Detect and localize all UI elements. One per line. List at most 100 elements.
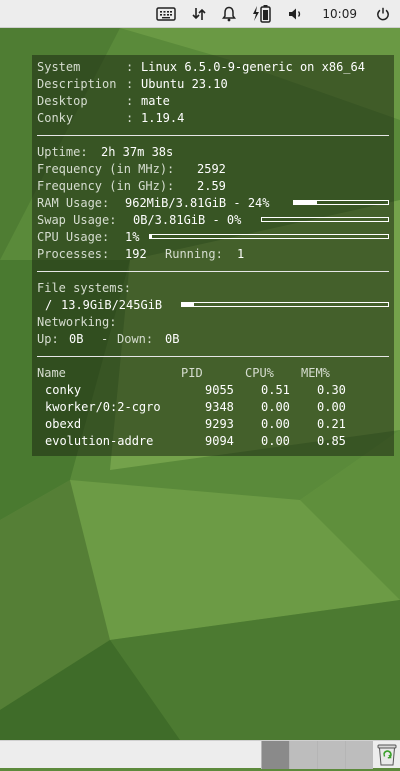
- process-pid: 9094: [205, 434, 234, 448]
- bottom-panel: [0, 740, 400, 769]
- ram-row: RAM Usage: 962MiB/3.81GiB - 24%: [37, 195, 394, 212]
- process-pid: 9055: [205, 383, 234, 397]
- separator-colon: :: [126, 111, 134, 125]
- keyboard-icon[interactable]: [156, 0, 177, 28]
- cpu-label: CPU Usage:: [37, 230, 110, 244]
- divider: [37, 135, 389, 136]
- process-name: conky: [45, 383, 82, 397]
- process-name: kworker/0:2-cgro: [45, 400, 161, 414]
- process-cpu: 0.00: [261, 400, 290, 414]
- desktop-value: mate: [141, 94, 170, 108]
- fs-usage-bar: [181, 302, 389, 307]
- system-label: System: [37, 60, 81, 74]
- up-value: 0B: [69, 332, 84, 346]
- description-value: Ubuntu 23.10: [141, 77, 228, 91]
- desktop-row: Desktop : mate: [37, 93, 394, 110]
- ram-usage-bar-fill: [294, 201, 317, 204]
- process-cpu: 0.00: [261, 434, 290, 448]
- workspace-3[interactable]: [317, 741, 345, 769]
- ram-usage-bar: [293, 200, 389, 205]
- frequency-mhz-value: 2592: [197, 162, 226, 176]
- processes-label: Processes:: [37, 247, 110, 261]
- swap-row: Swap Usage: 0B/3.81GiB - 0%: [37, 212, 394, 229]
- cpu-usage-bar-fill: [150, 235, 153, 238]
- top-panel: 10:09: [0, 0, 400, 28]
- down-label: Down:: [117, 332, 154, 346]
- divider: [37, 271, 389, 272]
- cpu-usage-bar: [149, 234, 389, 239]
- process-name: obexd: [45, 417, 82, 431]
- processes-row: Processes: 192 Running: 1: [37, 246, 394, 263]
- process-mem: 0.21: [317, 417, 346, 431]
- process-mem: 0.00: [317, 400, 346, 414]
- process-mem: 0.85: [317, 434, 346, 448]
- process-row: kworker/0:2-cgro 9348 0.00 0.00: [37, 399, 394, 416]
- net-separator: -: [101, 332, 109, 346]
- battery-charging-icon[interactable]: [251, 0, 273, 28]
- workspace-2[interactable]: [289, 741, 317, 769]
- process-row: conky 9055 0.51 0.30: [37, 382, 394, 399]
- frequency-mhz-row: Frequency (in MHz): 2592: [37, 161, 394, 178]
- ram-value: 962MiB/3.81GiB - 24%: [125, 196, 270, 210]
- cpu-row: CPU Usage: 1%: [37, 229, 394, 246]
- frequency-ghz-label: Frequency (in GHz):: [37, 179, 175, 193]
- running-value: 1: [237, 247, 245, 261]
- clock[interactable]: 10:09: [322, 7, 357, 21]
- frequency-ghz-value: 2.59: [197, 179, 226, 193]
- networking-heading: Networking:: [37, 314, 394, 331]
- running-label: Running:: [165, 247, 223, 261]
- processes-value: 192: [125, 247, 147, 261]
- uptime-label: Uptime:: [37, 145, 88, 159]
- workspace-1[interactable]: [261, 741, 289, 769]
- process-mem: 0.30: [317, 383, 346, 397]
- power-icon[interactable]: [376, 0, 390, 28]
- fs-usage-value: 13.9GiB/245GiB: [61, 298, 163, 312]
- ram-label: RAM Usage:: [37, 196, 110, 210]
- separator-colon: :: [126, 94, 134, 108]
- swap-label: Swap Usage:: [37, 213, 117, 227]
- divider: [37, 356, 389, 357]
- process-cpu: 0.00: [261, 417, 290, 431]
- process-name: evolution-addre: [45, 434, 154, 448]
- frequency-ghz-row: Frequency (in GHz): 2.59: [37, 178, 394, 195]
- conky-version-row: Conky : 1.19.4: [37, 110, 394, 127]
- volume-icon[interactable]: [288, 0, 304, 28]
- down-value: 0B: [165, 332, 180, 346]
- system-row: System : Linux 6.5.0-9-generic on x86_64: [37, 59, 394, 76]
- notification-bell-icon[interactable]: [222, 0, 237, 28]
- separator-colon: :: [126, 60, 134, 74]
- file-systems-label: File systems:: [37, 281, 131, 295]
- col-cpu-header: CPU%: [245, 366, 274, 380]
- swap-value: 0B/3.81GiB - 0%: [133, 213, 242, 227]
- fs-mount: /: [45, 298, 53, 312]
- separator-colon: :: [126, 77, 134, 91]
- conky-label: Conky: [37, 111, 74, 125]
- description-row: Description : Ubuntu 23.10: [37, 76, 394, 93]
- uptime-row: Uptime: 2h 37m 38s: [37, 144, 394, 161]
- process-table-header: Name PID CPU% MEM%: [37, 365, 394, 382]
- up-label: Up:: [37, 332, 59, 346]
- col-name-header: Name: [37, 366, 66, 380]
- system-value: Linux 6.5.0-9-generic on x86_64: [141, 60, 365, 74]
- process-pid: 9348: [205, 400, 234, 414]
- conky-widget: System : Linux 6.5.0-9-generic on x86_64…: [32, 55, 394, 456]
- file-systems-heading: File systems:: [37, 280, 394, 297]
- col-mem-header: MEM%: [301, 366, 330, 380]
- root-fs-row: / 13.9GiB/245GiB: [37, 297, 394, 314]
- workspace-4[interactable]: [345, 741, 373, 769]
- trash-icon[interactable]: [376, 743, 398, 767]
- process-row: obexd 9293 0.00 0.21: [37, 416, 394, 433]
- conky-value: 1.19.4: [141, 111, 185, 125]
- uptime-value: 2h 37m 38s: [101, 145, 174, 159]
- desktop-label: Desktop: [37, 94, 88, 108]
- network-icon[interactable]: [191, 0, 207, 28]
- description-label: Description: [37, 77, 117, 91]
- networking-label: Networking:: [37, 315, 117, 329]
- fs-usage-bar-fill: [182, 303, 195, 306]
- swap-usage-bar: [261, 217, 389, 222]
- process-cpu: 0.51: [261, 383, 290, 397]
- col-pid-header: PID: [181, 366, 203, 380]
- process-row: evolution-addre 9094 0.00 0.85: [37, 433, 394, 450]
- cpu-value: 1%: [125, 230, 140, 244]
- frequency-mhz-label: Frequency (in MHz):: [37, 162, 175, 176]
